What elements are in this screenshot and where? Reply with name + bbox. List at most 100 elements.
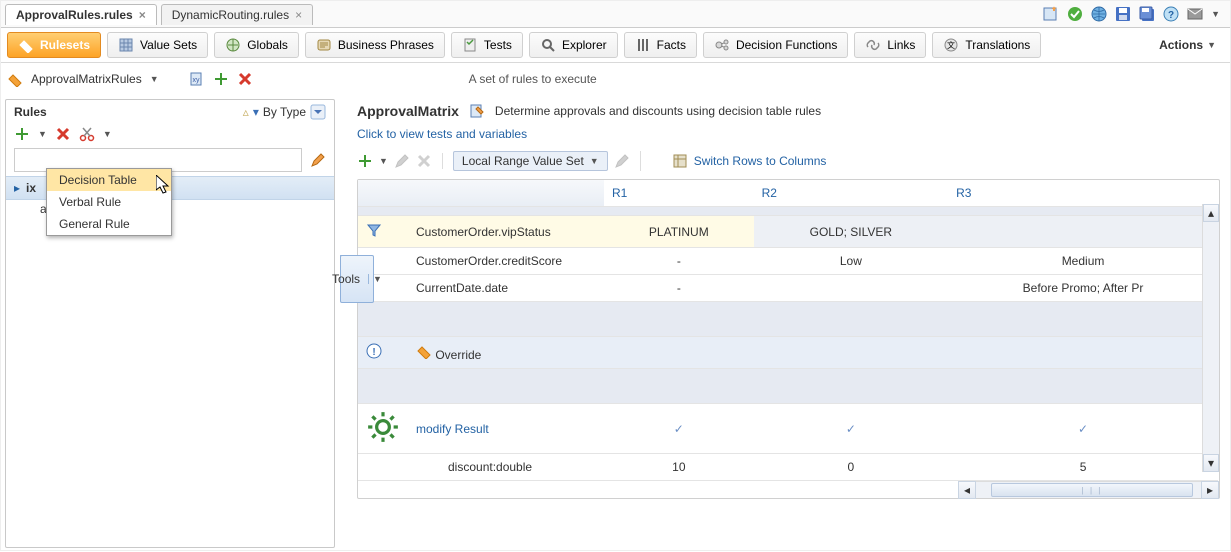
edit-title-icon[interactable] <box>469 103 485 119</box>
override-row[interactable]: ! Override <box>358 337 1218 369</box>
sort-dropdown-icon[interactable] <box>310 104 326 120</box>
delete-rule-icon[interactable] <box>55 126 71 142</box>
check-icon[interactable] <box>1067 6 1083 22</box>
cell[interactable]: Low <box>754 248 948 275</box>
cell[interactable]: PLATINUM <box>604 216 754 248</box>
explorer-icon <box>540 37 556 53</box>
decisionfn-icon <box>714 37 730 53</box>
horizontal-scrollbar[interactable]: ◂ | | | ▸ <box>958 481 1219 498</box>
ribbon-globals[interactable]: Globals <box>214 32 299 58</box>
cell[interactable]: Medium <box>948 248 1218 275</box>
condition-row[interactable]: CustomerOrder.creditScore - Low Medium <box>358 248 1218 275</box>
check-cell[interactable]: ✓ <box>754 404 948 454</box>
help-icon[interactable]: ? <box>1163 6 1179 22</box>
translations-icon: 文 <box>943 37 959 53</box>
delete-icon[interactable] <box>237 71 253 87</box>
condition-name[interactable]: CustomerOrder.creditScore <box>408 248 604 275</box>
menu-item-general-rule[interactable]: General Rule <box>47 213 171 235</box>
scroll-right-icon[interactable]: ▸ <box>1201 481 1219 499</box>
action-name[interactable]: modify Result <box>408 404 604 454</box>
cell[interactable]: 0 <box>754 454 948 481</box>
grid-add-dropdown-icon[interactable]: ▼ <box>379 156 388 166</box>
check-cell[interactable]: ✓ <box>948 404 1218 454</box>
filter-icon[interactable] <box>366 222 382 238</box>
cell[interactable]: 5 <box>948 454 1218 481</box>
ribbon-value-sets[interactable]: Value Sets <box>107 32 208 58</box>
ribbon-decision-functions[interactable]: Decision Functions <box>703 32 848 58</box>
switch-rows-columns[interactable]: Switch Rows to Columns <box>672 153 827 169</box>
action-row[interactable]: modify Result ✓ ✓ ✓ <box>358 404 1218 454</box>
ribbon-explorer[interactable]: Explorer <box>529 32 618 58</box>
ruleset-name[interactable]: ApprovalMatrixRules <box>31 72 142 86</box>
add-rule-dropdown-icon[interactable]: ▼ <box>38 129 47 139</box>
cell[interactable]: 10 <box>604 454 754 481</box>
category-ribbon: Rulesets Value Sets Globals Business Phr… <box>1 28 1230 63</box>
globe-icon[interactable] <box>1091 6 1107 22</box>
grid-delete-icon[interactable] <box>416 153 432 169</box>
save-icon[interactable] <box>1115 6 1131 22</box>
decision-table-panel: ApprovalMatrix Determine approvals and d… <box>339 95 1230 552</box>
cell[interactable]: - <box>604 275 754 302</box>
add-icon[interactable] <box>213 71 229 87</box>
col-r2[interactable]: R2 <box>754 180 948 207</box>
cell[interactable]: GOLD; SILVER <box>754 216 948 248</box>
cell[interactable]: Before Promo; After Pr <box>948 275 1218 302</box>
close-icon[interactable]: × <box>139 8 146 22</box>
svg-text:?: ? <box>1168 10 1174 21</box>
condition-row[interactable]: CustomerOrder.vipStatus PLATINUM GOLD; S… <box>358 216 1218 248</box>
ribbon-business-phrases[interactable]: Business Phrases <box>305 32 445 58</box>
edit-valueset-icon[interactable] <box>614 153 630 169</box>
scroll-thumb[interactable]: | | | <box>991 483 1193 497</box>
validate-icon[interactable] <box>1043 6 1059 22</box>
tools-button[interactable]: Tools ▼ <box>340 255 374 303</box>
add-rule-icon[interactable] <box>14 126 30 142</box>
close-icon[interactable]: × <box>295 8 302 22</box>
chevron-down-icon: ▼ <box>368 274 382 284</box>
sort-desc-icon: ▾ <box>253 105 259 119</box>
info-icon: ! <box>366 343 382 359</box>
ribbon-facts[interactable]: Facts <box>624 32 697 58</box>
cell[interactable] <box>754 275 948 302</box>
ribbon-rulesets[interactable]: Rulesets <box>7 32 101 58</box>
scroll-up-icon[interactable]: ▴ <box>1203 204 1219 222</box>
mail-dropdown-icon[interactable]: ▼ <box>1211 9 1220 19</box>
ribbon-links[interactable]: Links <box>854 32 926 58</box>
edit-script-icon[interactable]: xy <box>189 71 205 87</box>
sort-by-type[interactable]: ▵ ▾ By Type <box>243 104 326 120</box>
discount-row[interactable]: discount:double 10 0 5 <box>358 454 1218 481</box>
condition-name[interactable]: CustomerOrder.vipStatus <box>408 216 604 248</box>
save-all-icon[interactable] <box>1139 6 1155 22</box>
vertical-scrollbar[interactable]: ▴ ▾ <box>1202 204 1219 472</box>
valueset-select[interactable]: Local Range Value Set ▼ <box>453 151 608 171</box>
discount-label[interactable]: discount:double <box>408 454 604 481</box>
expand-icon[interactable]: ▸ <box>14 181 20 195</box>
menu-item-verbal-rule[interactable]: Verbal Rule <box>47 191 171 213</box>
ribbon-translations[interactable]: 文Translations <box>932 32 1041 58</box>
menu-item-decision-table[interactable]: Decision Table <box>47 169 171 191</box>
check-cell[interactable]: ✓ <box>604 404 754 454</box>
mail-icon[interactable] <box>1187 6 1203 22</box>
tab-dynamic-routing[interactable]: DynamicRouting.rules × <box>161 4 313 25</box>
condition-name[interactable]: CurrentDate.date <box>408 275 604 302</box>
col-r1[interactable]: R1 <box>604 180 754 207</box>
editor-tab-bar: ApprovalRules.rules × DynamicRouting.rul… <box>1 1 1230 28</box>
grid-edit-icon[interactable] <box>394 153 410 169</box>
tab-approval-rules[interactable]: ApprovalRules.rules × <box>5 4 157 25</box>
cell[interactable]: - <box>604 248 754 275</box>
mouse-cursor-icon <box>156 175 172 198</box>
ruleset-dropdown-icon[interactable]: ▼ <box>150 74 159 84</box>
col-r3[interactable]: R3 <box>948 180 1218 207</box>
cut-icon[interactable] <box>79 126 95 142</box>
tests-icon <box>462 37 478 53</box>
actions-menu[interactable]: Actions▼ <box>1151 38 1224 52</box>
cell[interactable] <box>948 216 1218 248</box>
ribbon-tests[interactable]: Tests <box>451 32 523 58</box>
tests-variables-link[interactable]: Click to view tests and variables <box>357 121 1220 147</box>
scroll-left-icon[interactable]: ◂ <box>958 481 976 499</box>
scroll-down-icon[interactable]: ▾ <box>1203 454 1219 472</box>
grid-add-icon[interactable] <box>357 153 373 169</box>
condition-row[interactable]: CurrentDate.date - Before Promo; After P… <box>358 275 1218 302</box>
cut-dropdown-icon[interactable]: ▼ <box>103 129 112 139</box>
tab-label: ApprovalRules.rules <box>16 8 133 22</box>
edit-filter-icon[interactable] <box>310 152 326 168</box>
